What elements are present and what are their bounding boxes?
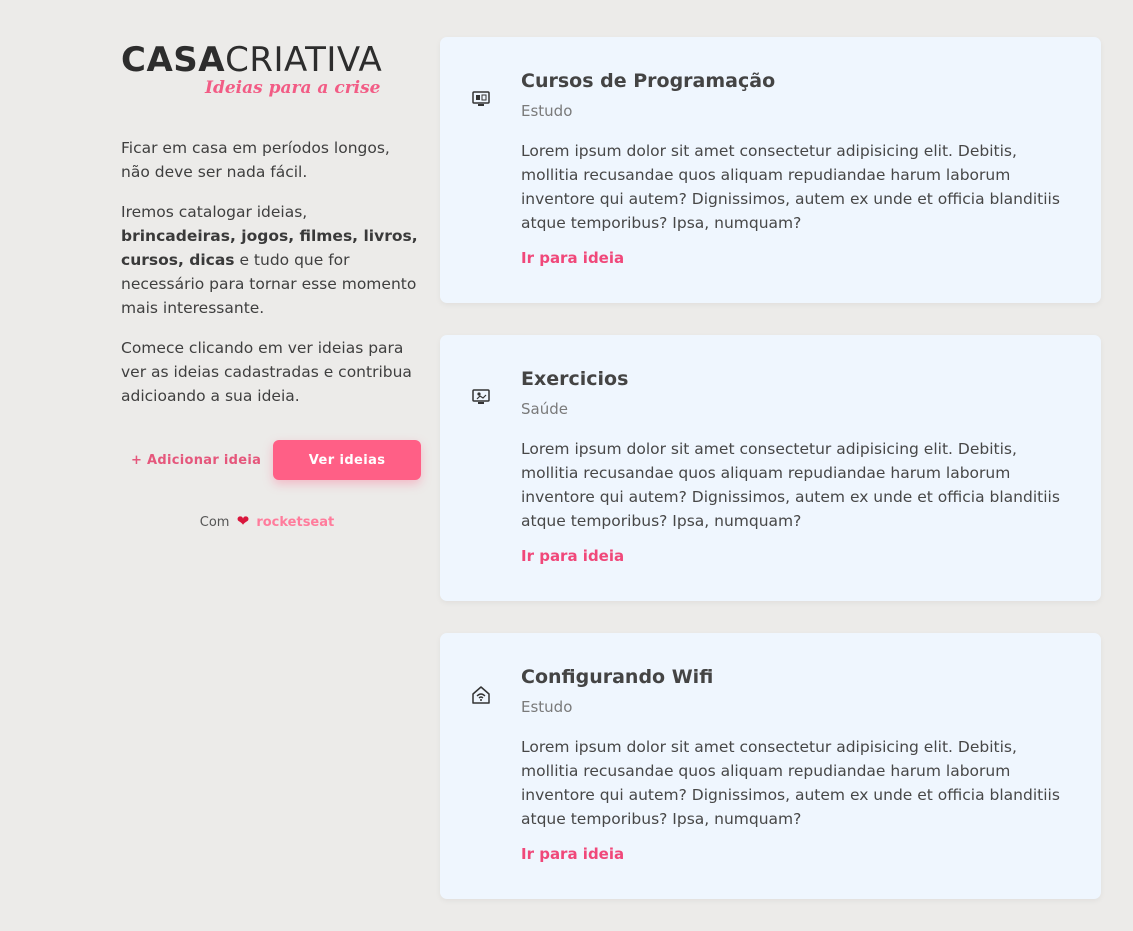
heart-icon: ❤ xyxy=(236,512,250,530)
ideas-list: Cursos de Programação Estudo Lorem ipsum… xyxy=(440,37,1101,931)
idea-description: Lorem ipsum dolor sit amet consectetur a… xyxy=(521,738,1060,828)
logo-wordmark: CASACRIATIVA xyxy=(121,40,421,80)
intro-paragraph-2: Iremos catalogar ideias, brincadeiras, j… xyxy=(121,200,421,320)
idea-description: Lorem ipsum dolor sit amet consectetur a… xyxy=(521,440,1060,530)
add-idea-link[interactable]: + Adicionar ideia xyxy=(131,453,261,468)
idea-description: Lorem ipsum dolor sit amet consectetur a… xyxy=(521,142,1060,232)
idea-category: Saúde xyxy=(521,400,568,418)
computer-icon xyxy=(470,88,492,110)
idea-card-body: Configurando Wifi Estudo Lorem ipsum dol… xyxy=(521,665,1061,863)
idea-card: Configurando Wifi Estudo Lorem ipsum dol… xyxy=(440,633,1101,899)
sidebar: CASACRIATIVA Ideias para a crise Ficar e… xyxy=(121,40,421,530)
intro-paragraph-3: Comece clicando em ver ideias para ver a… xyxy=(121,339,412,405)
wifi-home-icon xyxy=(470,684,492,706)
credit-line: Com ❤ rocketseat xyxy=(121,512,421,530)
exercise-video-icon xyxy=(470,386,492,408)
logo-light: CRIATIVA xyxy=(225,40,383,80)
idea-card-body: Cursos de Programação Estudo Lorem ipsum… xyxy=(521,69,1061,267)
idea-title: Cursos de Programação xyxy=(521,70,776,92)
idea-card: Exercicios Saúde Lorem ipsum dolor sit a… xyxy=(440,335,1101,601)
logo-bold: CASA xyxy=(121,40,226,80)
intro-p2-before: Iremos catalogar ideias, xyxy=(121,203,308,221)
credit-brand[interactable]: rocketseat xyxy=(256,515,334,530)
idea-title: Exercicios xyxy=(521,368,629,390)
idea-card: Cursos de Programação Estudo Lorem ipsum… xyxy=(440,37,1101,303)
logo-tagline: Ideias para a crise xyxy=(205,78,381,98)
idea-category: Estudo xyxy=(521,102,573,120)
idea-category: Estudo xyxy=(521,698,573,716)
idea-link[interactable]: Ir para ideia xyxy=(521,845,624,863)
idea-card-body: Exercicios Saúde Lorem ipsum dolor sit a… xyxy=(521,367,1061,565)
logo: CASACRIATIVA Ideias para a crise xyxy=(121,40,421,102)
idea-title: Configurando Wifi xyxy=(521,666,714,688)
action-bar: + Adicionar ideia Ver ideias xyxy=(121,440,421,480)
idea-link[interactable]: Ir para ideia xyxy=(521,249,624,267)
intro-text: Ficar em casa em períodos longos, não de… xyxy=(121,136,421,408)
intro-paragraph-1: Ficar em casa em períodos longos, não de… xyxy=(121,139,390,181)
credit-prefix: Com xyxy=(199,515,230,530)
idea-link[interactable]: Ir para ideia xyxy=(521,547,624,565)
view-ideas-button[interactable]: Ver ideias xyxy=(273,440,421,480)
